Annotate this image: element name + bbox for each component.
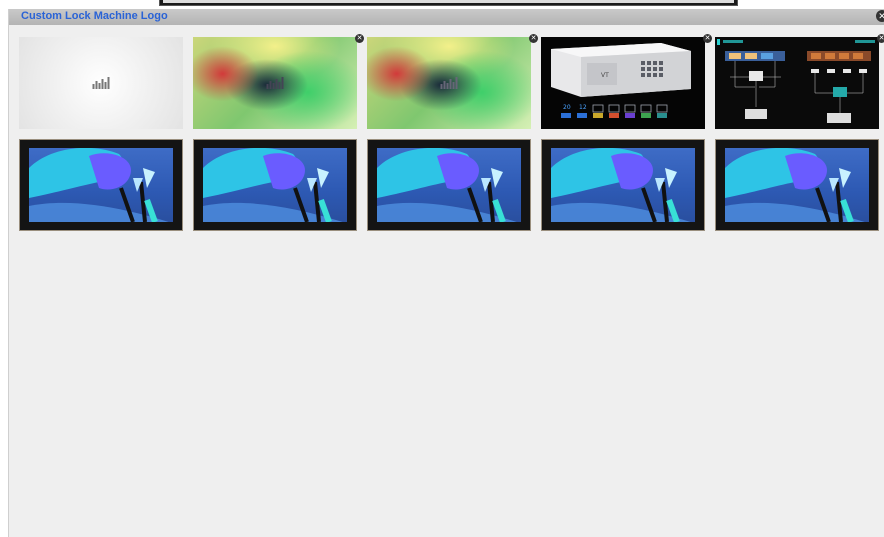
top-scrollbar[interactable] <box>159 0 738 6</box>
logo-mark-icon <box>440 77 458 89</box>
logo-thumbnail-2[interactable] <box>193 37 357 129</box>
machine-label-a: 20 <box>563 104 571 111</box>
brush-screen-graphic <box>725 148 869 222</box>
brush-screen-graphic <box>377 148 521 222</box>
delete-icon[interactable]: ✕ <box>877 34 884 43</box>
machine-brand: VT <box>601 72 609 79</box>
logo-thumbnail-5[interactable] <box>715 37 879 129</box>
brush-screen-graphic <box>551 148 695 222</box>
logo-mark-icon <box>92 77 110 89</box>
brush-thumbnail-5[interactable] <box>715 139 879 231</box>
machine-product-graphic: VT 20 12 <box>541 37 705 129</box>
brush-screen-graphic <box>203 148 347 222</box>
brush-thumbnail-1[interactable] <box>19 139 183 231</box>
logo-mark-icon <box>266 77 284 89</box>
logo-thumbnail-1[interactable] <box>19 37 183 129</box>
brush-thumbnail-4[interactable] <box>541 139 705 231</box>
delete-icon[interactable]: ✕ <box>529 34 538 43</box>
close-icon[interactable]: ✕ <box>876 10 884 22</box>
system-diagram-graphic <box>715 37 879 129</box>
logo-thumbnail-3[interactable] <box>367 37 531 129</box>
panel-title: Custom Lock Machine Logo <box>21 10 168 22</box>
logo-thumbnail-4[interactable]: VT 20 12 <box>541 37 705 129</box>
delete-icon[interactable]: ✕ <box>355 34 364 43</box>
brush-thumbnail-3[interactable] <box>367 139 531 231</box>
panel-header: Custom Lock Machine Logo ✕ <box>9 9 884 25</box>
logo-panel: Custom Lock Machine Logo ✕ ✕ ✕ VT 20 12 … <box>8 9 884 537</box>
machine-label-b: 12 <box>579 104 587 111</box>
brush-screen-graphic <box>29 148 173 222</box>
brush-thumbnail-2[interactable] <box>193 139 357 231</box>
delete-icon[interactable]: ✕ <box>703 34 712 43</box>
